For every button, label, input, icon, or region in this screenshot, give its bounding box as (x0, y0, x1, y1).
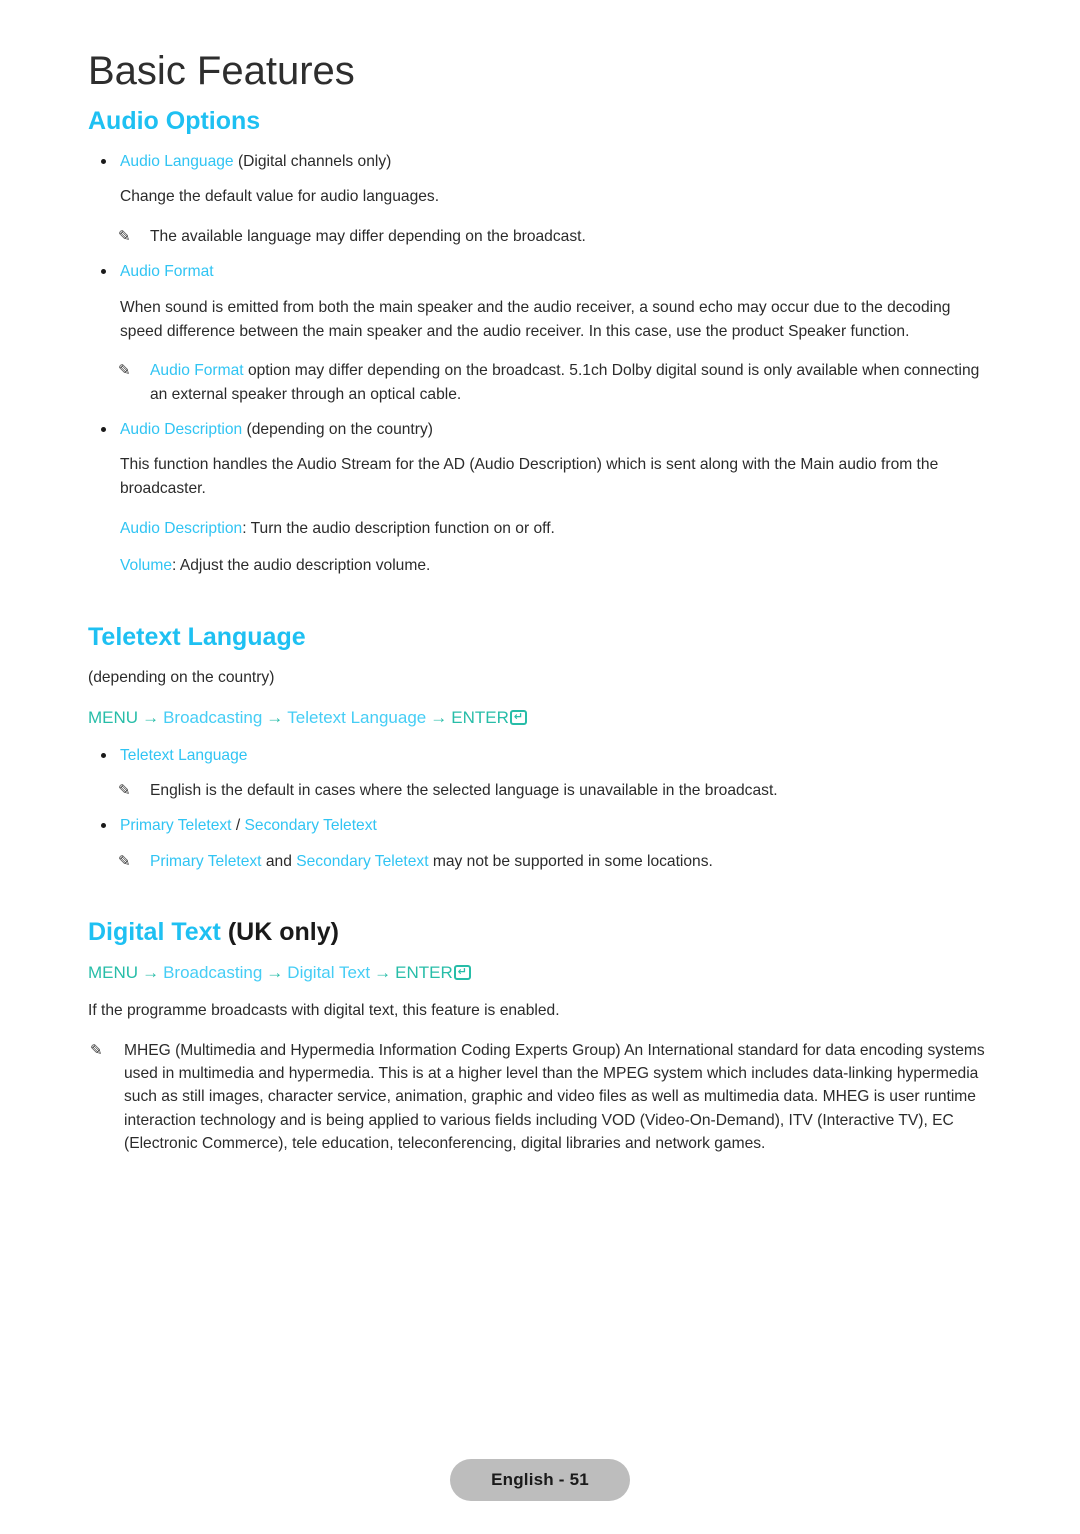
option-volume-term: Volume (120, 557, 173, 575)
enter-key-icon: ↵ (453, 965, 471, 981)
term-primary-teletext: Primary Teletext (120, 817, 232, 835)
page-content: Basic Features Audio Options Audio Langu… (88, 50, 996, 1168)
pencil-icon: ✎ (90, 1041, 103, 1059)
paragraph-audio-description: This function handles the Audio Stream f… (120, 456, 939, 498)
term-separator: / (231, 817, 245, 835)
note-teletext-language: ✎ English is the default in cases where … (88, 779, 996, 802)
enter-key-icon: ↵ (509, 709, 527, 725)
menu-path-enter: ENTER (451, 707, 509, 727)
note-audio-format-term: Audio Format (150, 362, 244, 380)
note-secondary-term: Secondary Teletext (296, 852, 429, 870)
note-mheg-text: MHEG (Multimedia and Hypermedia Informat… (124, 1041, 985, 1153)
term-teletext-language: Teletext Language (120, 746, 248, 764)
section-heading-teletext-language: Teletext Language (88, 623, 306, 652)
menu-path-teletext-language: Teletext Language (287, 707, 427, 727)
menu-path-teletext-language: MENU → Broadcasting → Teletext Language → ENTE… (88, 706, 996, 730)
option-audio-description-rest: : Turn the audio description function on… (242, 519, 555, 537)
option-audio-description-term: Audio Description (120, 519, 243, 537)
pencil-icon: ✎ (118, 852, 131, 870)
list-item-teletext-language: Teletext Language (88, 744, 996, 767)
paragraph-audio-format-description: When sound is emitted from both the main… (120, 298, 951, 340)
option-volume-rest: : Adjust the audio description volume. (172, 557, 431, 575)
note-and: and (261, 852, 297, 870)
note-audio-language-text: The available language may differ depend… (150, 228, 586, 246)
note-audio-format: ✎ Audio Format option may differ dependi… (88, 359, 996, 406)
note-audio-format-rest: option may differ depending on the broad… (150, 362, 980, 403)
pencil-icon: ✎ (118, 362, 131, 380)
list-item-audio-format: Audio Format (88, 260, 996, 283)
note-audio-language: ✎ The available language may differ depe… (88, 225, 996, 248)
menu-path-broadcasting: Broadcasting (163, 963, 263, 983)
paragraph-digital-text-description: If the programme broadcasts with digital… (88, 1002, 560, 1019)
section-heading-digital-text-suffix: (UK only) (220, 918, 339, 947)
note-teletext-language-text: English is the default in cases where th… (150, 782, 778, 800)
arrow-icon: → (266, 963, 284, 983)
term-secondary-teletext: Secondary Teletext (244, 817, 377, 835)
note-rest: may not be supported in some locations. (428, 852, 713, 870)
page-number-label: English - 51 (491, 1470, 589, 1489)
menu-path-enter: ENTER (395, 963, 453, 983)
arrow-icon: → (266, 707, 284, 727)
section-heading-digital-text-cyan: Digital Text (88, 918, 221, 947)
section-heading-audio-options: Audio Options (88, 107, 261, 135)
menu-path-digital-text: Digital Text (287, 963, 371, 983)
note-primary-term: Primary Teletext (150, 852, 262, 870)
pencil-icon: ✎ (118, 782, 131, 800)
arrow-icon: → (142, 707, 160, 727)
arrow-icon: → (374, 963, 392, 983)
section-heading-digital-text: Digital Text (UK only) (88, 917, 996, 947)
list-item-audio-description: Audio Description (depending on the coun… (88, 418, 996, 441)
pencil-icon: ✎ (118, 228, 131, 246)
note-mheg: ✎ MHEG (Multimedia and Hypermedia Inform… (88, 1039, 996, 1156)
term-audio-format: Audio Format (120, 263, 214, 281)
menu-path-menu: MENU (88, 963, 139, 983)
document-page: Basic Features Audio Options Audio Langu… (0, 0, 1080, 1534)
term-audio-language-suffix: (Digital channels only) (233, 153, 392, 170)
menu-path-menu: MENU (88, 707, 139, 727)
arrow-icon: → (430, 707, 448, 727)
paragraph-teletext-subtitle: (depending on the country) (88, 669, 275, 687)
page-number-badge: English - 51 (450, 1459, 630, 1501)
option-audio-description-volume: Volume: Adjust the audio description vol… (120, 554, 996, 578)
term-audio-description: Audio Description (120, 421, 243, 439)
note-primary-secondary-teletext: ✎ Primary Teletext and Secondary Teletex… (88, 850, 996, 873)
option-audio-description-toggle: Audio Description: Turn the audio descri… (120, 517, 996, 541)
term-audio-language: Audio Language (120, 153, 234, 170)
page-title: Basic Features (88, 49, 355, 93)
menu-path-digital-text: MENU → Broadcasting → Digital Text → ENTER ↵ (88, 961, 996, 985)
term-audio-description-suffix: (depending on the country) (242, 421, 433, 439)
menu-path-broadcasting: Broadcasting (163, 707, 263, 727)
list-item-primary-secondary-teletext: Primary Teletext / Secondary Teletext (88, 814, 996, 837)
arrow-icon: → (142, 963, 160, 983)
paragraph-audio-language-description: Change the default value for audio langu… (120, 188, 440, 206)
list-item-audio-language: Audio Language (Digital channels only) (88, 150, 996, 173)
